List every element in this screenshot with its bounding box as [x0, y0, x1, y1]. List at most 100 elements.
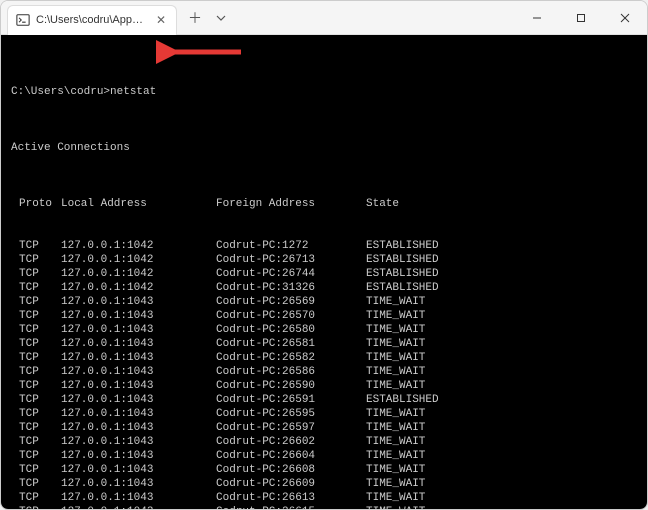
cell-state: TIME_WAIT: [366, 505, 637, 509]
cell-foreign: Codrut-PC:26609: [216, 477, 366, 491]
cell-local: 127.0.0.1:1043: [61, 295, 216, 309]
cell-proto: TCP: [11, 337, 61, 351]
cell-foreign: Codrut-PC:31326: [216, 281, 366, 295]
cell-state: TIME_WAIT: [366, 309, 637, 323]
cell-foreign: Codrut-PC:26586: [216, 365, 366, 379]
table-row: TCP127.0.0.1:1043Codrut-PC:26590TIME_WAI…: [11, 379, 637, 393]
cell-proto: TCP: [11, 309, 61, 323]
cell-proto: TCP: [11, 393, 61, 407]
cell-state: ESTABLISHED: [366, 239, 637, 253]
table-row: TCP127.0.0.1:1043Codrut-PC:26604TIME_WAI…: [11, 449, 637, 463]
table-row: TCP127.0.0.1:1043Codrut-PC:26597TIME_WAI…: [11, 421, 637, 435]
tab-dropdown-button[interactable]: [209, 4, 233, 32]
terminal-icon: [16, 13, 30, 27]
cell-state: TIME_WAIT: [366, 435, 637, 449]
maximize-button[interactable]: [559, 1, 603, 35]
header-local: Local Address: [61, 197, 216, 211]
cell-foreign: Codrut-PC:26582: [216, 351, 366, 365]
annotation-arrow-icon: [156, 39, 246, 65]
cell-foreign: Codrut-PC:26591: [216, 393, 366, 407]
window-controls: [515, 1, 647, 35]
cell-proto: TCP: [11, 449, 61, 463]
table-row: TCP127.0.0.1:1042Codrut-PC:1272ESTABLISH…: [11, 239, 637, 253]
close-tab-icon[interactable]: ✕: [154, 13, 168, 27]
cell-state: ESTABLISHED: [366, 393, 637, 407]
cell-proto: TCP: [11, 365, 61, 379]
cell-local: 127.0.0.1:1043: [61, 421, 216, 435]
cell-local: 127.0.0.1:1043: [61, 351, 216, 365]
cell-state: TIME_WAIT: [366, 449, 637, 463]
table-row: TCP127.0.0.1:1043Codrut-PC:26602TIME_WAI…: [11, 435, 637, 449]
cell-local: 127.0.0.1:1042: [61, 281, 216, 295]
cell-state: TIME_WAIT: [366, 337, 637, 351]
cell-proto: TCP: [11, 435, 61, 449]
cell-local: 127.0.0.1:1042: [61, 253, 216, 267]
new-tab-button[interactable]: ＋: [181, 4, 209, 32]
cell-local: 127.0.0.1:1043: [61, 337, 216, 351]
cell-foreign: Codrut-PC:26597: [216, 421, 366, 435]
cell-foreign: Codrut-PC:26604: [216, 449, 366, 463]
cell-foreign: Codrut-PC:26744: [216, 267, 366, 281]
close-window-button[interactable]: [603, 1, 647, 35]
cell-state: TIME_WAIT: [366, 477, 637, 491]
cell-state: ESTABLISHED: [366, 253, 637, 267]
minimize-button[interactable]: [515, 1, 559, 35]
cell-foreign: Codrut-PC:26580: [216, 323, 366, 337]
cell-state: ESTABLISHED: [366, 281, 637, 295]
table-row: TCP127.0.0.1:1043Codrut-PC:26608TIME_WAI…: [11, 463, 637, 477]
tab-title: C:\Users\codru\AppData\Roa: [36, 14, 148, 26]
cell-state: TIME_WAIT: [366, 365, 637, 379]
cell-proto: TCP: [11, 463, 61, 477]
cell-proto: TCP: [11, 491, 61, 505]
titlebar[interactable]: C:\Users\codru\AppData\Roa ✕ ＋: [1, 1, 647, 35]
cell-state: TIME_WAIT: [366, 421, 637, 435]
table-row: TCP127.0.0.1:1043Codrut-PC:26595TIME_WAI…: [11, 407, 637, 421]
table-row: TCP127.0.0.1:1042Codrut-PC:26744ESTABLIS…: [11, 267, 637, 281]
cell-foreign: Codrut-PC:26608: [216, 463, 366, 477]
cell-foreign: Codrut-PC:1272: [216, 239, 366, 253]
header-state: State: [366, 197, 637, 211]
cell-proto: TCP: [11, 505, 61, 509]
cell-local: 127.0.0.1:1043: [61, 407, 216, 421]
cell-local: 127.0.0.1:1043: [61, 463, 216, 477]
cell-proto: TCP: [11, 407, 61, 421]
table-row: TCP127.0.0.1:1043Codrut-PC:26615TIME_WAI…: [11, 505, 637, 509]
cell-local: 127.0.0.1:1043: [61, 505, 216, 509]
cell-foreign: Codrut-PC:26713: [216, 253, 366, 267]
cell-local: 127.0.0.1:1043: [61, 379, 216, 393]
tab-active[interactable]: C:\Users\codru\AppData\Roa ✕: [7, 5, 177, 35]
cell-foreign: Codrut-PC:26602: [216, 435, 366, 449]
table-row: TCP127.0.0.1:1042Codrut-PC:31326ESTABLIS…: [11, 281, 637, 295]
cell-state: ESTABLISHED: [366, 267, 637, 281]
cell-local: 127.0.0.1:1043: [61, 323, 216, 337]
cell-state: TIME_WAIT: [366, 379, 637, 393]
cell-proto: TCP: [11, 295, 61, 309]
cell-state: TIME_WAIT: [366, 295, 637, 309]
table-body: TCP127.0.0.1:1042Codrut-PC:1272ESTABLISH…: [11, 239, 637, 509]
header-proto: Proto: [11, 197, 61, 211]
cell-foreign: Codrut-PC:26570: [216, 309, 366, 323]
command-text: netstat: [110, 86, 156, 98]
table-row: TCP127.0.0.1:1043Codrut-PC:26581TIME_WAI…: [11, 337, 637, 351]
table-row: TCP127.0.0.1:1043Codrut-PC:26586TIME_WAI…: [11, 365, 637, 379]
cell-local: 127.0.0.1:1043: [61, 393, 216, 407]
cell-foreign: Codrut-PC:26615: [216, 505, 366, 509]
terminal-output[interactable]: C:\Users\codru>netstat Active Connection…: [1, 35, 647, 509]
cell-local: 127.0.0.1:1043: [61, 365, 216, 379]
cell-proto: TCP: [11, 379, 61, 393]
cell-state: TIME_WAIT: [366, 463, 637, 477]
header-foreign: Foreign Address: [216, 197, 366, 211]
table-row: TCP127.0.0.1:1043Codrut-PC:26609TIME_WAI…: [11, 477, 637, 491]
cell-proto: TCP: [11, 239, 61, 253]
cell-foreign: Codrut-PC:26595: [216, 407, 366, 421]
cell-local: 127.0.0.1:1043: [61, 309, 216, 323]
cell-foreign: Codrut-PC:26569: [216, 295, 366, 309]
cell-proto: TCP: [11, 253, 61, 267]
cell-state: TIME_WAIT: [366, 407, 637, 421]
cell-proto: TCP: [11, 267, 61, 281]
table-header: Proto Local Address Foreign Address Stat…: [11, 197, 637, 211]
cell-local: 127.0.0.1:1043: [61, 477, 216, 491]
cell-proto: TCP: [11, 281, 61, 295]
cell-local: 127.0.0.1:1042: [61, 267, 216, 281]
table-row: TCP127.0.0.1:1043Codrut-PC:26569TIME_WAI…: [11, 295, 637, 309]
